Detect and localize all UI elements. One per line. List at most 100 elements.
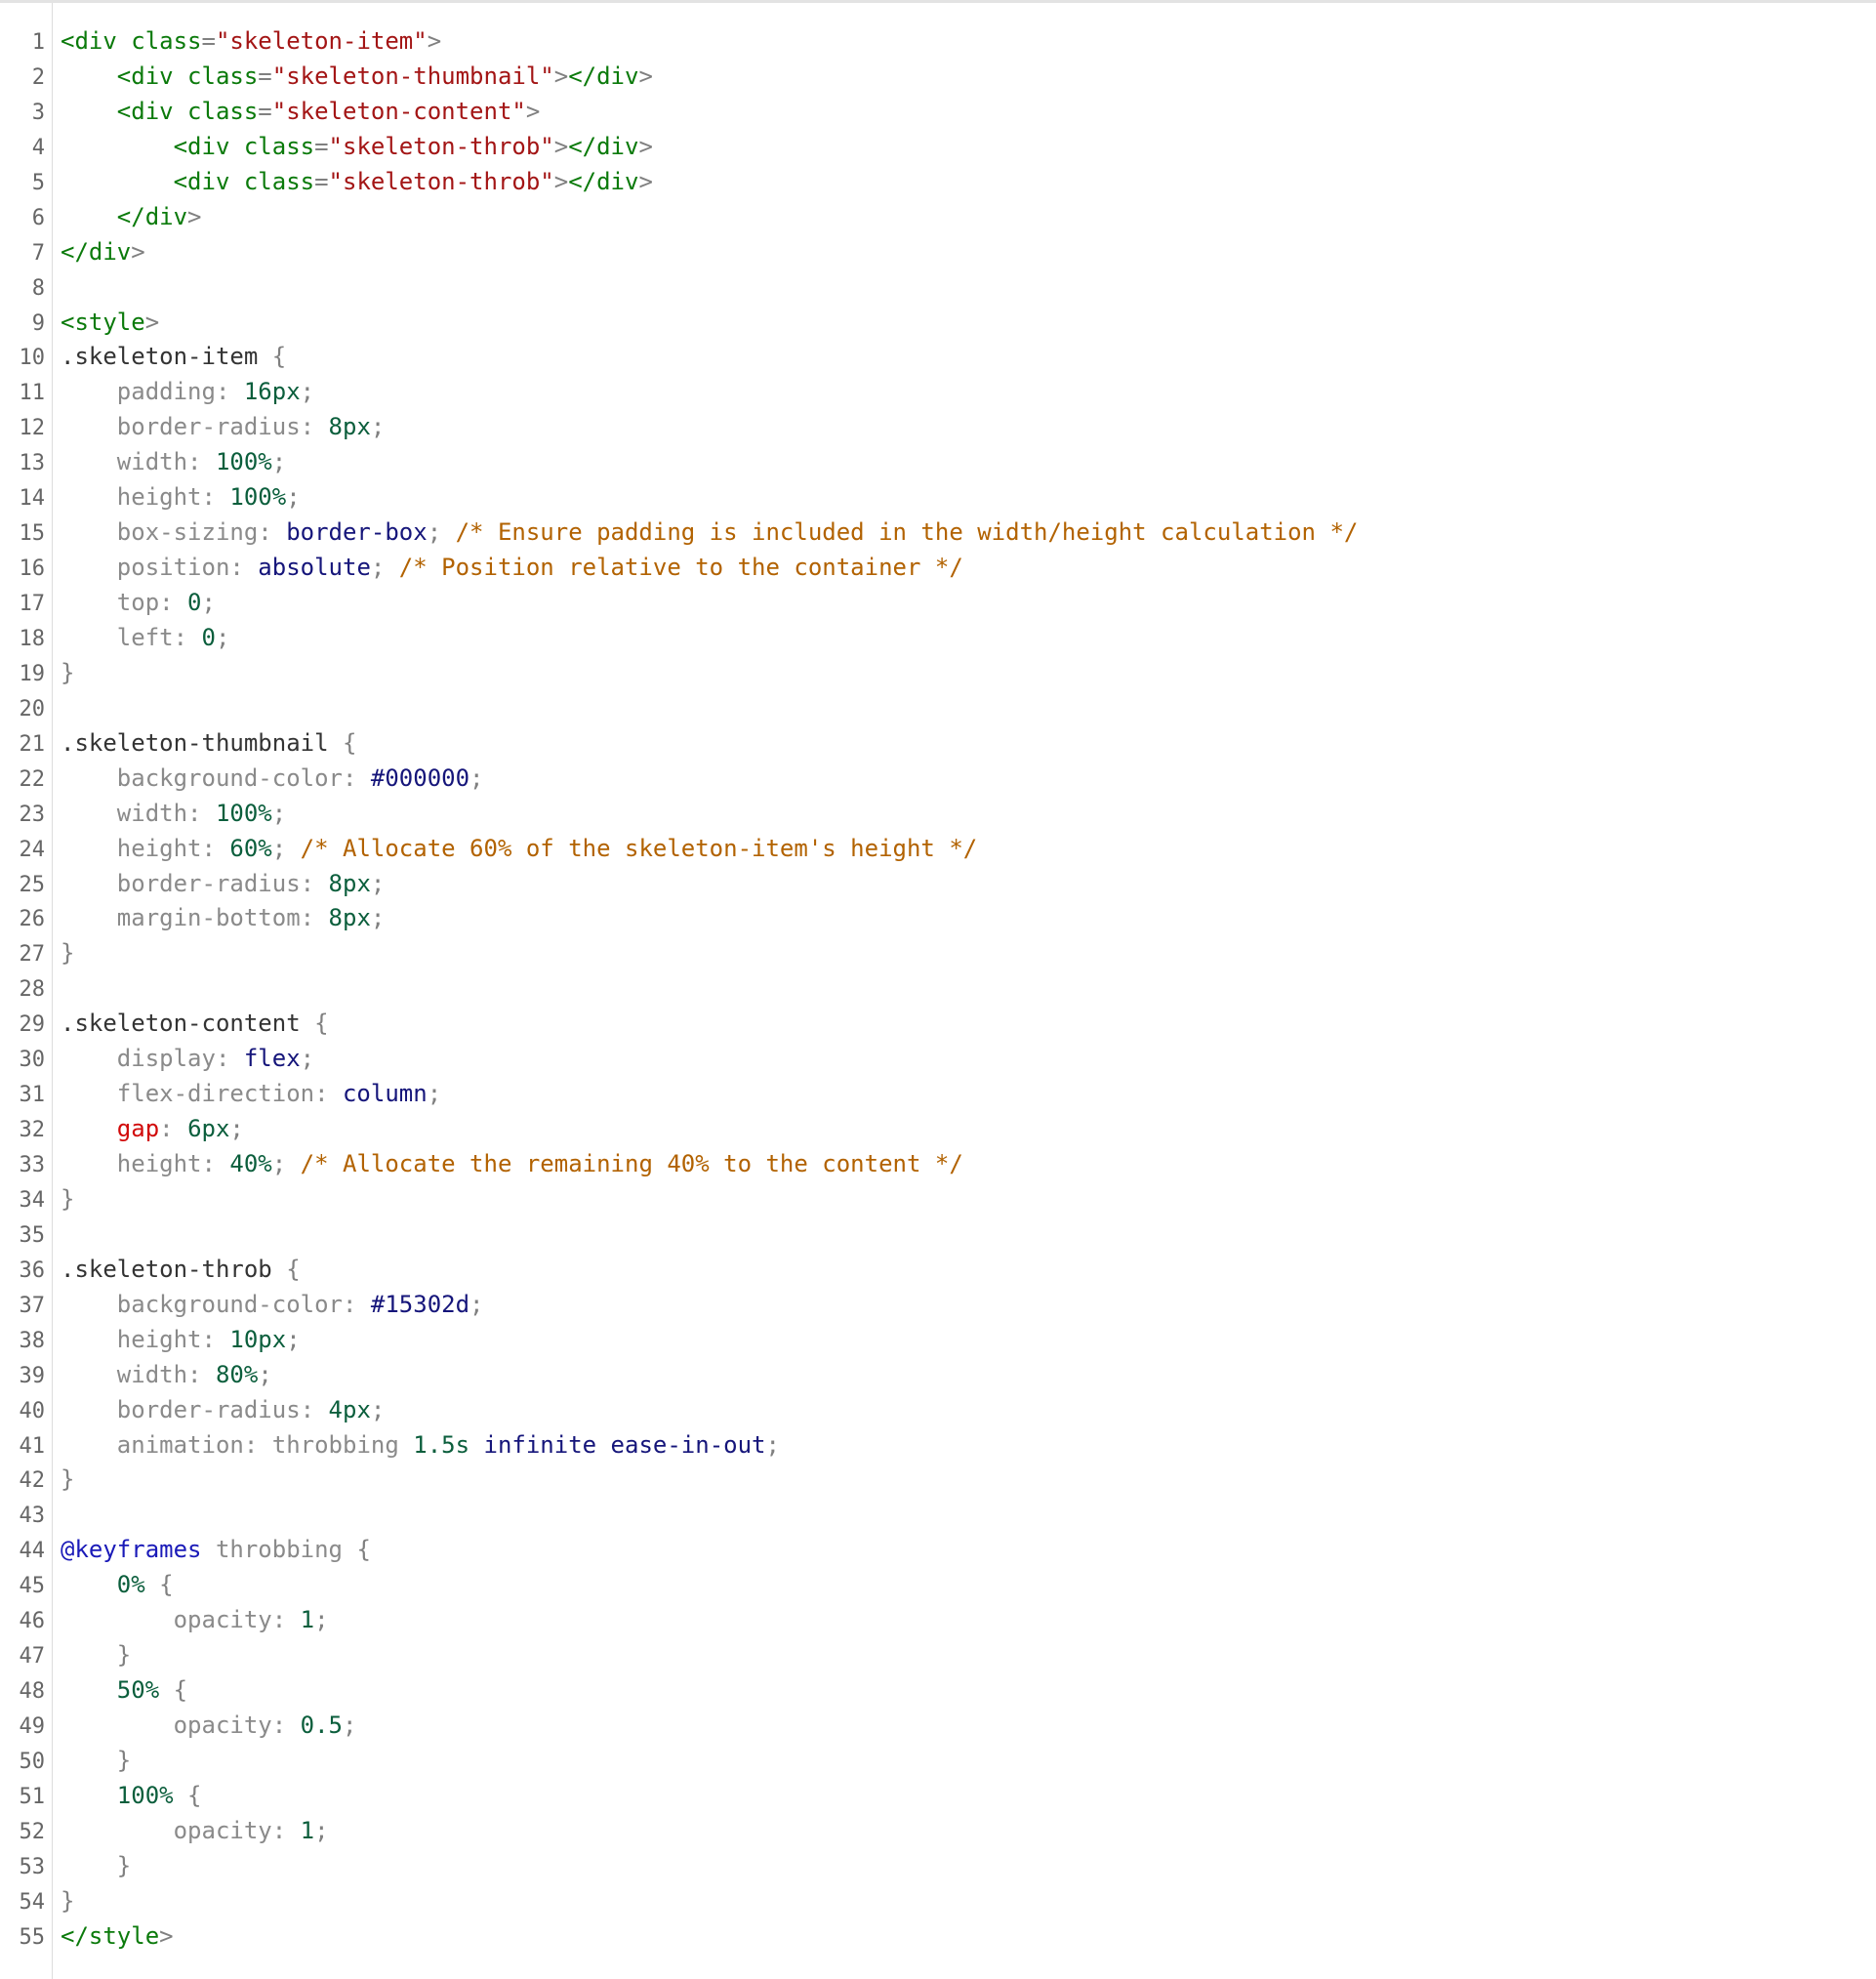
code-line[interactable]: 21 .skeleton-thumbnail { <box>0 726 1876 762</box>
code-line[interactable]: 6 </div> <box>0 200 1876 235</box>
code-line[interactable]: 26 margin-bottom: 8px; <box>0 901 1876 936</box>
code-line[interactable]: 18 left: 0; <box>0 621 1876 656</box>
code-token: 100% <box>116 1781 188 1809</box>
code-line[interactable]: 2 <div class="skeleton-thumbnail"></div> <box>0 60 1876 95</box>
code-token: left: <box>116 623 202 651</box>
code-line[interactable]: 39 width: 80%; <box>0 1358 1876 1393</box>
code-token: ; <box>201 589 216 616</box>
code-text: border-radius: 4px; <box>61 1393 386 1428</box>
code-token: box-sizing: <box>116 518 287 547</box>
code-token: = <box>201 27 216 55</box>
code-line[interactable]: 32 gap: 6px; <box>0 1112 1876 1147</box>
code-line[interactable]: 37 background-color: #15302d; <box>0 1288 1876 1323</box>
code-text: } <box>61 656 74 691</box>
line-number: 24 <box>19 837 46 862</box>
code-line[interactable]: 13 width: 100%; <box>0 445 1876 480</box>
code-token: "skeleton-throb" <box>328 132 554 160</box>
code-line[interactable]: 9 <style> <box>0 306 1876 341</box>
code-line[interactable]: 53 } <box>0 1849 1876 1884</box>
code-line[interactable]: 33 height: 40%; /* Allocate the remainin… <box>0 1147 1876 1182</box>
code-line[interactable]: 44 @keyframes throbbing { <box>0 1533 1876 1568</box>
code-line[interactable]: 15 box-sizing: border-box; /* Ensure pad… <box>0 515 1876 551</box>
code-line[interactable]: 8 <box>0 270 1876 306</box>
code-line[interactable]: 30 display: flex; <box>0 1042 1876 1077</box>
line-number: 22 <box>19 766 46 792</box>
code-token: ; <box>370 554 399 582</box>
code-line[interactable]: 23 width: 100%; <box>0 797 1876 832</box>
code-line[interactable]: 43 <box>0 1498 1876 1533</box>
code-token: ; <box>370 904 386 932</box>
code-line[interactable]: 45 0% { <box>0 1568 1876 1603</box>
code-line[interactable]: 11 padding: 16px; <box>0 375 1876 410</box>
code-line[interactable]: 19} <box>0 656 1876 691</box>
code-line[interactable]: 27} <box>0 936 1876 971</box>
line-number: 21 <box>19 731 46 757</box>
code-text: padding: 16px; <box>61 375 314 410</box>
code-token: throbbing <box>215 1536 357 1564</box>
code-line[interactable]: 20 <box>0 691 1876 726</box>
code-editor[interactable]: 1 <div class="skeleton-item"> 2 <div class… <box>0 3 1876 1979</box>
code-token: = <box>314 167 329 195</box>
code-text: left: 0; <box>61 621 230 656</box>
code-line[interactable]: 3 <div class="skeleton-content"> <box>0 95 1876 130</box>
code-token: ; <box>258 1360 272 1388</box>
code-line[interactable]: 10 .skeleton-item { <box>0 340 1876 375</box>
code-token: padding: <box>116 378 244 406</box>
code-token: ; <box>286 483 301 512</box>
code-token: > <box>553 167 569 195</box>
code-line[interactable]: 17 top: 0; <box>0 586 1876 621</box>
code-line[interactable]: 47 } <box>0 1638 1876 1673</box>
code-line[interactable]: 48 50% { <box>0 1673 1876 1709</box>
code-token: <div <box>173 167 244 195</box>
code-token: ; <box>286 1325 301 1353</box>
code-text: } <box>61 1463 74 1498</box>
code-line[interactable]: 34} <box>0 1182 1876 1217</box>
code-line[interactable]: 42} <box>0 1463 1876 1498</box>
code-lines[interactable]: 1 <div class="skeleton-item"> 2 <div class… <box>0 24 1876 1955</box>
code-text: <div class="skeleton-throb"></div> <box>61 130 653 165</box>
code-line[interactable]: 41 animation: throbbing 1.5s infinite ea… <box>0 1428 1876 1464</box>
code-token: 0 <box>187 589 202 616</box>
code-line[interactable]: 28 <box>0 971 1876 1007</box>
code-line[interactable]: 14 height: 100%; <box>0 480 1876 515</box>
code-line[interactable]: 40 border-radius: 4px; <box>0 1393 1876 1428</box>
code-line[interactable]: 36 .skeleton-throb { <box>0 1253 1876 1288</box>
code-token: 1 <box>300 1816 315 1844</box>
code-line[interactable]: 7 </div> <box>0 235 1876 270</box>
code-line[interactable]: 29 .skeleton-content { <box>0 1007 1876 1042</box>
code-line[interactable]: 55 </style> <box>0 1919 1876 1955</box>
code-token: > <box>553 62 569 90</box>
code-line[interactable]: 31 flex-direction: column; <box>0 1077 1876 1112</box>
code-text: @keyframes throbbing { <box>61 1533 371 1568</box>
code-line[interactable]: 52 opacity: 1; <box>0 1814 1876 1849</box>
code-line[interactable]: 1 <div class="skeleton-item"> <box>0 24 1876 60</box>
code-line[interactable]: 54} <box>0 1884 1876 1919</box>
code-line[interactable]: 12 border-radius: 8px; <box>0 410 1876 445</box>
code-token: > <box>525 97 541 125</box>
code-line[interactable]: 22 background-color: #000000; <box>0 762 1876 797</box>
code-line[interactable]: 16 position: absolute; /* Position relat… <box>0 551 1876 586</box>
code-line[interactable]: 24 height: 60%; /* Allocate 60% of the s… <box>0 832 1876 867</box>
code-token: } <box>61 939 75 968</box>
code-line[interactable]: 4 <div class="skeleton-throb"></div> <box>0 130 1876 165</box>
code-token: { <box>173 1676 188 1705</box>
code-line[interactable]: 46 opacity: 1; <box>0 1603 1876 1638</box>
code-token: > <box>427 27 442 55</box>
code-token: height: <box>116 1325 230 1353</box>
code-token: > <box>144 308 160 336</box>
code-line[interactable]: 35 <box>0 1217 1876 1253</box>
code-line[interactable]: 25 border-radius: 8px; <box>0 867 1876 902</box>
code-line[interactable]: 5 <div class="skeleton-throb"></div> <box>0 165 1876 200</box>
code-line[interactable]: 49 opacity: 0.5; <box>0 1709 1876 1744</box>
code-line[interactable]: 51 100% { <box>0 1779 1876 1814</box>
code-line[interactable]: 38 height: 10px; <box>0 1323 1876 1358</box>
code-token: ; <box>229 1115 244 1143</box>
code-line[interactable]: 50 } <box>0 1744 1876 1779</box>
